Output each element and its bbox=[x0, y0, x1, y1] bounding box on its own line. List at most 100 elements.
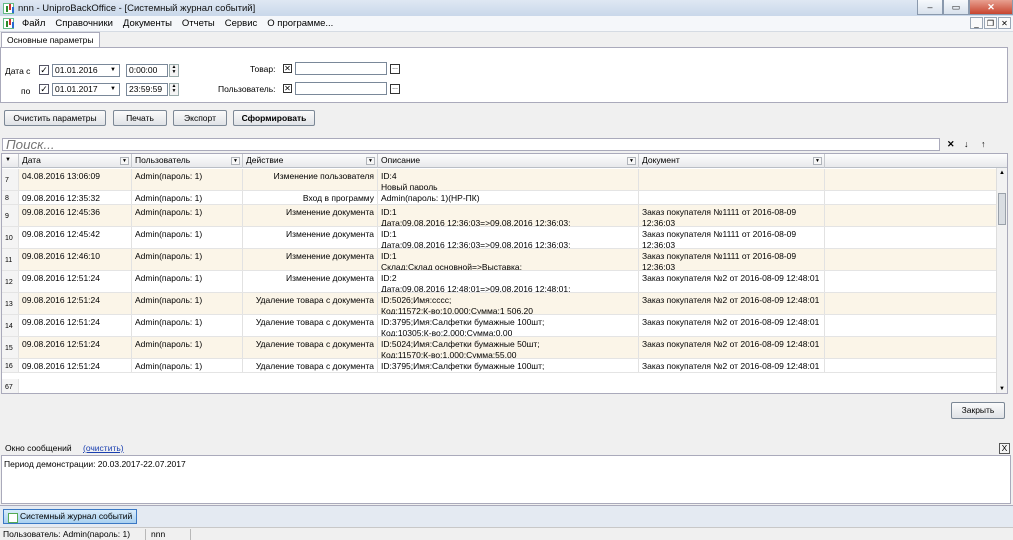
product-clear-icon[interactable]: ✕ bbox=[283, 64, 292, 73]
col-document[interactable]: Документ ▼ bbox=[639, 154, 825, 168]
close-messages-icon[interactable]: X bbox=[999, 443, 1010, 454]
table-row[interactable]: 14 09.08.2016 12:51:24 Admin(пароль: 1) Уда… bbox=[2, 315, 1007, 337]
find-prev-icon[interactable]: ↑ bbox=[981, 139, 986, 149]
scroll-down-icon[interactable]: ▼ bbox=[997, 386, 1007, 392]
cell-action-line: Удаление товара с документа bbox=[255, 339, 374, 349]
time-from-spinner[interactable]: ▲ ▼ bbox=[169, 64, 179, 77]
export-button[interactable]: Экспорт bbox=[173, 110, 227, 126]
cell-description-line: ID:3795;Имя:Салфетки бумажные 100шт; bbox=[381, 317, 545, 327]
cell-document: Заказ покупателя №2 от 2016-08-09 12:48:… bbox=[639, 359, 825, 372]
status-bar: Пользователь: Admin(пароль: 1) nnn bbox=[0, 527, 1013, 540]
cell-document-line: Заказ покупателя №2 от 2016-08-09 12:48:… bbox=[642, 317, 820, 327]
maximize-icon[interactable]: ▭ bbox=[943, 0, 969, 15]
cell-user: Admin(пароль: 1) bbox=[132, 249, 243, 270]
row-number: 9 bbox=[2, 205, 19, 226]
scroll-thumb[interactable] bbox=[998, 193, 1006, 225]
table-row[interactable]: 15 09.08.2016 12:51:24 Admin(пароль: 1) Уда… bbox=[2, 337, 1007, 359]
cell-date: 09.08.2016 12:51:24 bbox=[19, 293, 132, 314]
cell-document-line: Заказ покупателя №2 от 2016-08-09 12:48:… bbox=[642, 361, 820, 371]
minimize-icon[interactable]: – bbox=[917, 0, 943, 15]
product-field[interactable] bbox=[295, 62, 387, 75]
build-report-button[interactable]: Сформировать bbox=[233, 110, 315, 126]
clear-messages-link[interactable]: (очистить) bbox=[83, 443, 124, 453]
cell-action: Удаление товара с документа bbox=[243, 315, 378, 336]
filter-icon: ▼ bbox=[627, 157, 636, 165]
cell-description-line: Код:11570;К-во:1.000;Сумма:55.00 bbox=[381, 350, 517, 358]
action-bar: Очистить параметры Печать Экспорт Сформи… bbox=[0, 103, 1013, 131]
cell-user: Admin(пароль: 1) bbox=[132, 293, 243, 314]
row-number-line: 13 bbox=[5, 301, 13, 308]
sort-indicator-icon[interactable]: ▼ bbox=[2, 154, 19, 168]
find-next-icon[interactable]: ↓ bbox=[964, 139, 969, 149]
user-select-icon[interactable]: ... bbox=[390, 84, 400, 94]
close-window-icon[interactable]: ✕ bbox=[969, 0, 1013, 15]
date-to-value: 01.01.2017 bbox=[55, 84, 98, 94]
col-action[interactable]: Действие ▼ bbox=[243, 154, 378, 168]
clear-params-button[interactable]: Очистить параметры bbox=[4, 110, 106, 126]
product-select-icon[interactable]: ... bbox=[390, 64, 400, 74]
tab-main-params[interactable]: Основные параметры bbox=[1, 32, 100, 48]
clear-search-icon[interactable]: ✕ bbox=[947, 139, 955, 150]
cell-action-line: Изменение пользователя bbox=[273, 171, 374, 181]
cell-description-line: Admin(пароль: 1)(НР-ПК) bbox=[381, 193, 480, 203]
col-date[interactable]: Дата ▼ bbox=[19, 154, 132, 168]
mdi-restore-icon[interactable]: ❐ bbox=[984, 17, 997, 29]
cell-user-line: Admin(пароль: 1) bbox=[135, 171, 203, 181]
print-button[interactable]: Печать bbox=[113, 110, 167, 126]
mdi-close-icon[interactable]: ✕ bbox=[998, 17, 1011, 29]
time-to-field[interactable]: 23:59:59 bbox=[126, 83, 168, 96]
cell-document-line: 12:36:03 bbox=[642, 262, 676, 270]
table-row[interactable]: 13 09.08.2016 12:51:24 Admin(пароль: 1) Уда… bbox=[2, 293, 1007, 315]
row-number: 8 bbox=[2, 191, 19, 204]
scroll-up-icon[interactable]: ▲ bbox=[997, 170, 1007, 176]
row-number-line: 15 bbox=[5, 345, 13, 352]
chevron-down-icon[interactable]: ▼ bbox=[107, 65, 119, 76]
date-from-field[interactable]: 01.01.2016 ▼ bbox=[52, 64, 120, 77]
cell-date-line: 09.08.2016 12:51:24 bbox=[22, 295, 100, 305]
cell-date: 09.08.2016 12:45:42 bbox=[19, 227, 132, 248]
time-to-spinner[interactable]: ▲ ▼ bbox=[169, 83, 179, 96]
table-row[interactable]: 10 09.08.2016 12:45:42 Admin(пароль: 1) Изм… bbox=[2, 227, 1007, 249]
menu-references[interactable]: Справочники bbox=[50, 18, 118, 29]
filter-icon: ▼ bbox=[231, 157, 240, 165]
mdi-window-icon[interactable] bbox=[3, 18, 14, 29]
taskbar-item-journal[interactable]: Системный журнал событий bbox=[3, 509, 138, 524]
user-field[interactable] bbox=[295, 82, 387, 95]
cell-action-line: Удаление товара с документа bbox=[255, 295, 374, 305]
table-row[interactable]: 11 09.08.2016 12:46:10 Admin(пароль: 1) Изм… bbox=[2, 249, 1007, 271]
menu-about[interactable]: О программе... bbox=[262, 18, 338, 29]
mdi-minimize-icon[interactable]: _ bbox=[970, 17, 983, 29]
close-button[interactable]: Закрыть bbox=[951, 402, 1005, 419]
date-from-checkbox[interactable]: ✓ bbox=[39, 65, 49, 75]
row-number: 14 bbox=[2, 315, 19, 336]
table-row[interactable]: 7 04.08.2016 13:06:09 Admin(пароль: 1) Изме… bbox=[2, 169, 1007, 191]
date-to-field[interactable]: 01.01.2017 ▼ bbox=[52, 83, 120, 96]
col-user[interactable]: Пользователь ▼ bbox=[132, 154, 243, 168]
chevron-down-icon[interactable]: ▼ bbox=[107, 84, 119, 95]
row-number-line: 12 bbox=[5, 279, 13, 286]
cell-description-line: ID:2 bbox=[381, 273, 397, 283]
menu-service[interactable]: Сервис bbox=[220, 18, 263, 29]
menu-file[interactable]: Файл bbox=[17, 18, 50, 29]
grid-scrollbar[interactable]: ▲ ▼ bbox=[996, 168, 1007, 393]
table-row[interactable]: 12 09.08.2016 12:51:24 Admin(пароль: 1) Изм… bbox=[2, 271, 1007, 293]
row-number: 11 bbox=[2, 249, 19, 270]
cell-date-line: 09.08.2016 12:51:24 bbox=[22, 317, 100, 327]
cell-user-line: Admin(пароль: 1) bbox=[135, 361, 203, 371]
table-row[interactable]: 9 09.08.2016 12:45:36 Admin(пароль: 1) Изме… bbox=[2, 205, 1007, 227]
search-input[interactable] bbox=[2, 138, 940, 151]
user-clear-icon[interactable]: ✕ bbox=[283, 84, 292, 93]
cell-date-line: 09.08.2016 12:46:10 bbox=[22, 251, 100, 261]
cell-document: Заказ покупателя №1111 от 2016-08-09 12:3… bbox=[639, 227, 825, 248]
col-description[interactable]: Описание ▼ bbox=[378, 154, 639, 168]
cell-document bbox=[639, 191, 825, 204]
date-to-checkbox[interactable]: ✓ bbox=[39, 84, 49, 94]
row-number: 13 bbox=[2, 293, 19, 314]
time-from-field[interactable]: 0:00:00 bbox=[126, 64, 168, 77]
row-number: 12 bbox=[2, 271, 19, 292]
table-row[interactable]: 8 09.08.2016 12:35:32 Admin(пароль: 1) Вход… bbox=[2, 191, 1007, 205]
table-row[interactable]: 16 09.08.2016 12:51:24 Admin(пароль: 1) Уда… bbox=[2, 359, 1007, 373]
menu-documents[interactable]: Документы bbox=[118, 18, 177, 29]
cell-document-line: Заказ покупателя №2 от 2016-08-09 12:48:… bbox=[642, 273, 820, 283]
menu-reports[interactable]: Отчеты bbox=[177, 18, 220, 29]
